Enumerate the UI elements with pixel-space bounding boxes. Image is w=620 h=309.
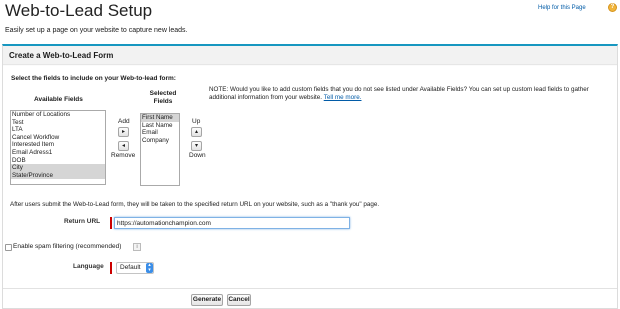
move-up-button[interactable]: ▴ xyxy=(191,127,202,137)
tell-me-more-link[interactable]: Tell me more. xyxy=(324,94,362,101)
page-subtitle: Easily set up a page on your website to … xyxy=(5,27,188,34)
available-field-option[interactable]: Cancel Workflow xyxy=(11,134,105,142)
panel-title: Create a Web-to-Lead Form xyxy=(9,51,114,60)
select-arrows-icon[interactable]: ▴ ▾ xyxy=(146,263,153,273)
help-link[interactable]: Help for this Page xyxy=(538,5,586,11)
page-title: Web-to-Lead Setup xyxy=(5,1,153,20)
selected-fields-label: Selected Fields xyxy=(149,90,177,105)
available-field-option[interactable]: Interested Item xyxy=(11,141,105,149)
required-indicator xyxy=(110,217,112,229)
language-value: Default xyxy=(120,264,141,271)
up-label: Up xyxy=(192,118,201,125)
add-arrow-button[interactable]: ▸ xyxy=(118,127,129,137)
move-down-button[interactable]: ▾ xyxy=(191,141,202,151)
available-field-option[interactable]: DOB xyxy=(11,157,105,165)
available-field-option[interactable]: City xyxy=(11,164,105,172)
remove-label: Remove xyxy=(111,152,136,159)
spam-filtering-label: Enable spam filtering (recommended) xyxy=(13,243,122,250)
custom-fields-note: NOTE: Would you like to add custom field… xyxy=(209,86,609,102)
return-url-description: After users submit the Web-to-Lead form,… xyxy=(10,201,380,208)
return-url-label: Return URL xyxy=(64,218,101,225)
language-label: Language xyxy=(73,263,104,270)
selected-field-option[interactable]: Last Name xyxy=(141,122,179,130)
panel-body xyxy=(3,66,617,308)
spam-filtering-checkbox[interactable] xyxy=(5,244,12,251)
add-label: Add xyxy=(118,118,130,125)
info-icon[interactable]: i xyxy=(133,243,141,251)
available-fields-list[interactable]: Number of Locations Test LTA Cancel Workflo… xyxy=(10,110,106,185)
cancel-button[interactable]: Cancel xyxy=(227,294,251,306)
help-icon[interactable]: ? xyxy=(608,3,617,12)
available-field-option[interactable]: Test xyxy=(11,119,105,127)
available-field-option[interactable]: Email Adress1 xyxy=(11,149,105,157)
note-text: NOTE: Would you like to add custom field… xyxy=(209,86,589,101)
selected-field-option[interactable]: Email xyxy=(141,129,179,137)
selected-fields-list[interactable]: First Name Last Name Email Company xyxy=(140,113,180,186)
selected-field-option[interactable]: First Name xyxy=(141,114,179,122)
down-label: Down xyxy=(189,152,206,159)
available-field-option[interactable]: State/Province xyxy=(11,171,105,180)
remove-arrow-button[interactable]: ◂ xyxy=(118,141,129,151)
selected-field-option[interactable]: Company xyxy=(141,137,179,145)
generate-button[interactable]: Generate xyxy=(191,294,223,306)
language-required-indicator xyxy=(110,262,112,274)
return-url-input[interactable]: https://automationchampion.com xyxy=(114,217,350,229)
footer-divider xyxy=(3,288,617,289)
available-field-option[interactable]: LTA xyxy=(11,126,105,134)
available-fields-label: Available Fields xyxy=(34,96,83,103)
available-field-option[interactable]: Number of Locations xyxy=(11,111,105,119)
select-fields-instruction: Select the fields to include on your Web… xyxy=(11,75,176,82)
